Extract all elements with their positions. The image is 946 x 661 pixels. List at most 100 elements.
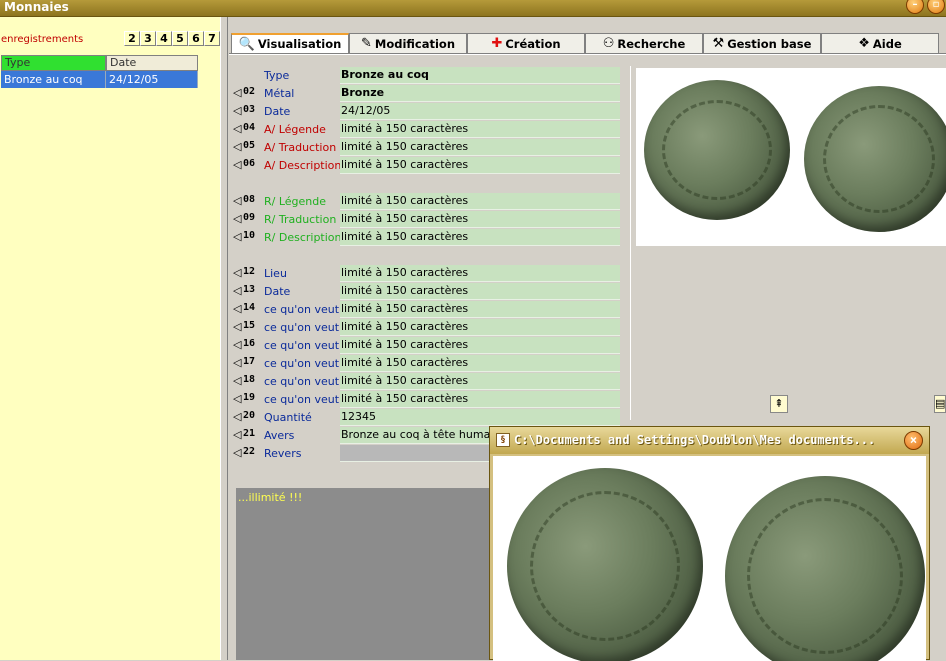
tab-label: Gestion base: [727, 36, 812, 51]
close-icon[interactable]: ×: [904, 431, 923, 450]
field-value[interactable]: limité à 150 caractères: [340, 355, 620, 372]
page-button[interactable]: 2: [124, 31, 140, 46]
field-number[interactable]: 14: [243, 302, 255, 313]
field-value[interactable]: limité à 150 caractères: [340, 373, 620, 390]
tab-label: Modification: [374, 36, 456, 51]
restore-button[interactable]: ▫: [927, 0, 945, 14]
field-number[interactable]: 06: [243, 158, 255, 169]
form-row: ◁ 06 A/ Description limité à 150 caractères: [229, 156, 628, 174]
field-number[interactable]: 16: [243, 338, 255, 349]
arrow-left-icon[interactable]: ◁: [233, 86, 241, 99]
page-button[interactable]: 4: [156, 31, 172, 46]
arrow-left-icon[interactable]: ◁: [233, 230, 241, 243]
page-button[interactable]: 5: [172, 31, 188, 46]
tab-recherche[interactable]: ⚇ Recherche: [585, 33, 703, 53]
field-value[interactable]: limité à 150 caractères: [340, 211, 620, 228]
arrow-left-icon[interactable]: ◁: [233, 104, 241, 117]
arrow-left-icon[interactable]: ◁: [233, 266, 241, 279]
field-value[interactable]: limité à 150 caractères: [340, 319, 620, 336]
field-value[interactable]: limité à 150 caractères: [340, 301, 620, 318]
records-grid: Type Date Bronze au coq 24/12/05: [1, 55, 198, 88]
field-label: R/ Description: [264, 231, 342, 244]
field-number[interactable]: 08: [243, 194, 255, 205]
arrow-left-icon[interactable]: ◁: [233, 122, 241, 135]
field-value[interactable]: limité à 150 caractères: [340, 229, 620, 246]
minimize-button[interactable]: –: [906, 0, 924, 14]
tab-création[interactable]: ✚ Création: [467, 33, 585, 53]
field-value[interactable]: limité à 150 caractères: [340, 337, 620, 354]
field-label: Type: [264, 69, 290, 82]
field-number[interactable]: 02: [243, 86, 255, 97]
column-header-date[interactable]: Date: [106, 55, 198, 71]
field-label: Date: [264, 285, 291, 298]
form-row: ◁ 08 R/ Légende limité à 150 caractères: [229, 192, 628, 210]
arrow-left-icon[interactable]: ◁: [233, 320, 241, 333]
field-number[interactable]: 04: [243, 122, 255, 133]
field-value[interactable]: Bronze au coq: [340, 67, 620, 84]
tab-gestion-base[interactable]: ⚒ Gestion base: [703, 33, 821, 53]
field-value[interactable]: Bronze: [340, 85, 620, 102]
field-label: Avers: [264, 429, 295, 442]
field-label: Revers: [264, 447, 302, 460]
coin-image[interactable]: [636, 68, 946, 246]
field-number[interactable]: 03: [243, 104, 255, 115]
arrow-left-icon[interactable]: ◁: [233, 284, 241, 297]
arrow-left-icon[interactable]: ◁: [233, 374, 241, 387]
arrow-left-icon[interactable]: ◁: [233, 410, 241, 423]
image-popup-window[interactable]: § C:\Documents and Settings\Doublon\Mes …: [489, 426, 930, 661]
arrow-left-icon[interactable]: ◁: [233, 428, 241, 441]
field-value[interactable]: limité à 150 caractères: [340, 193, 620, 210]
field-value[interactable]: limité à 150 caractères: [340, 121, 620, 138]
field-label: ce qu'on veut: [264, 375, 340, 388]
page-button[interactable]: 7: [204, 31, 220, 46]
form-row: Type Bronze au coq: [229, 66, 628, 84]
field-number[interactable]: 10: [243, 230, 255, 241]
field-number[interactable]: 18: [243, 374, 255, 385]
field-number[interactable]: 05: [243, 140, 255, 151]
field-number[interactable]: 13: [243, 284, 255, 295]
field-label: R/ Légende: [264, 195, 327, 208]
field-number[interactable]: 20: [243, 410, 255, 421]
field-number[interactable]: 21: [243, 428, 255, 439]
app-icon: §: [496, 433, 510, 447]
arrow-left-icon[interactable]: ◁: [233, 338, 241, 351]
field-value[interactable]: limité à 150 caractères: [340, 139, 620, 156]
red-cross-icon: ✚: [491, 36, 503, 51]
field-value[interactable]: limité à 150 caractères: [340, 157, 620, 174]
arrow-left-icon[interactable]: ◁: [233, 356, 241, 369]
arrow-left-icon[interactable]: ◁: [233, 194, 241, 207]
arrow-left-icon[interactable]: ◁: [233, 158, 241, 171]
zoom-icon[interactable]: ⇞: [770, 395, 788, 413]
print-icon[interactable]: ▤: [934, 395, 946, 413]
tab-visualisation[interactable]: 🔍 Visualisation: [231, 33, 349, 53]
field-value[interactable]: limité à 150 caractères: [340, 283, 620, 300]
coin-obverse-large: [507, 468, 703, 661]
field-value[interactable]: 12345: [340, 409, 620, 426]
arrow-left-icon[interactable]: ◁: [233, 212, 241, 225]
field-number[interactable]: 19: [243, 392, 255, 403]
tab-modification[interactable]: ✎ Modification: [349, 33, 467, 53]
splitter[interactable]: [220, 17, 228, 660]
field-number[interactable]: 22: [243, 446, 255, 457]
column-header-type[interactable]: Type: [1, 55, 106, 71]
field-value[interactable]: 24/12/05: [340, 103, 620, 120]
field-value[interactable]: limité à 150 caractères: [340, 391, 620, 408]
arrow-left-icon[interactable]: ◁: [233, 446, 241, 459]
field-number[interactable]: 17: [243, 356, 255, 367]
field-number[interactable]: 09: [243, 212, 255, 223]
arrow-left-icon[interactable]: ◁: [233, 302, 241, 315]
coin-obverse: [644, 80, 790, 220]
tab-aide[interactable]: ❖ Aide: [821, 33, 939, 53]
arrow-left-icon[interactable]: ◁: [233, 140, 241, 153]
coin-reverse: [804, 86, 946, 232]
book-icon: ❖: [858, 36, 870, 51]
field-label: Date: [264, 105, 291, 118]
popup-title-bar[interactable]: § C:\Documents and Settings\Doublon\Mes …: [490, 427, 929, 454]
page-button[interactable]: 3: [140, 31, 156, 46]
arrow-left-icon[interactable]: ◁: [233, 392, 241, 405]
field-number[interactable]: 15: [243, 320, 255, 331]
field-number[interactable]: 12: [243, 266, 255, 277]
field-value[interactable]: limité à 150 caractères: [340, 265, 620, 282]
table-row[interactable]: Bronze au coq 24/12/05: [1, 71, 198, 88]
page-button[interactable]: 6: [188, 31, 204, 46]
